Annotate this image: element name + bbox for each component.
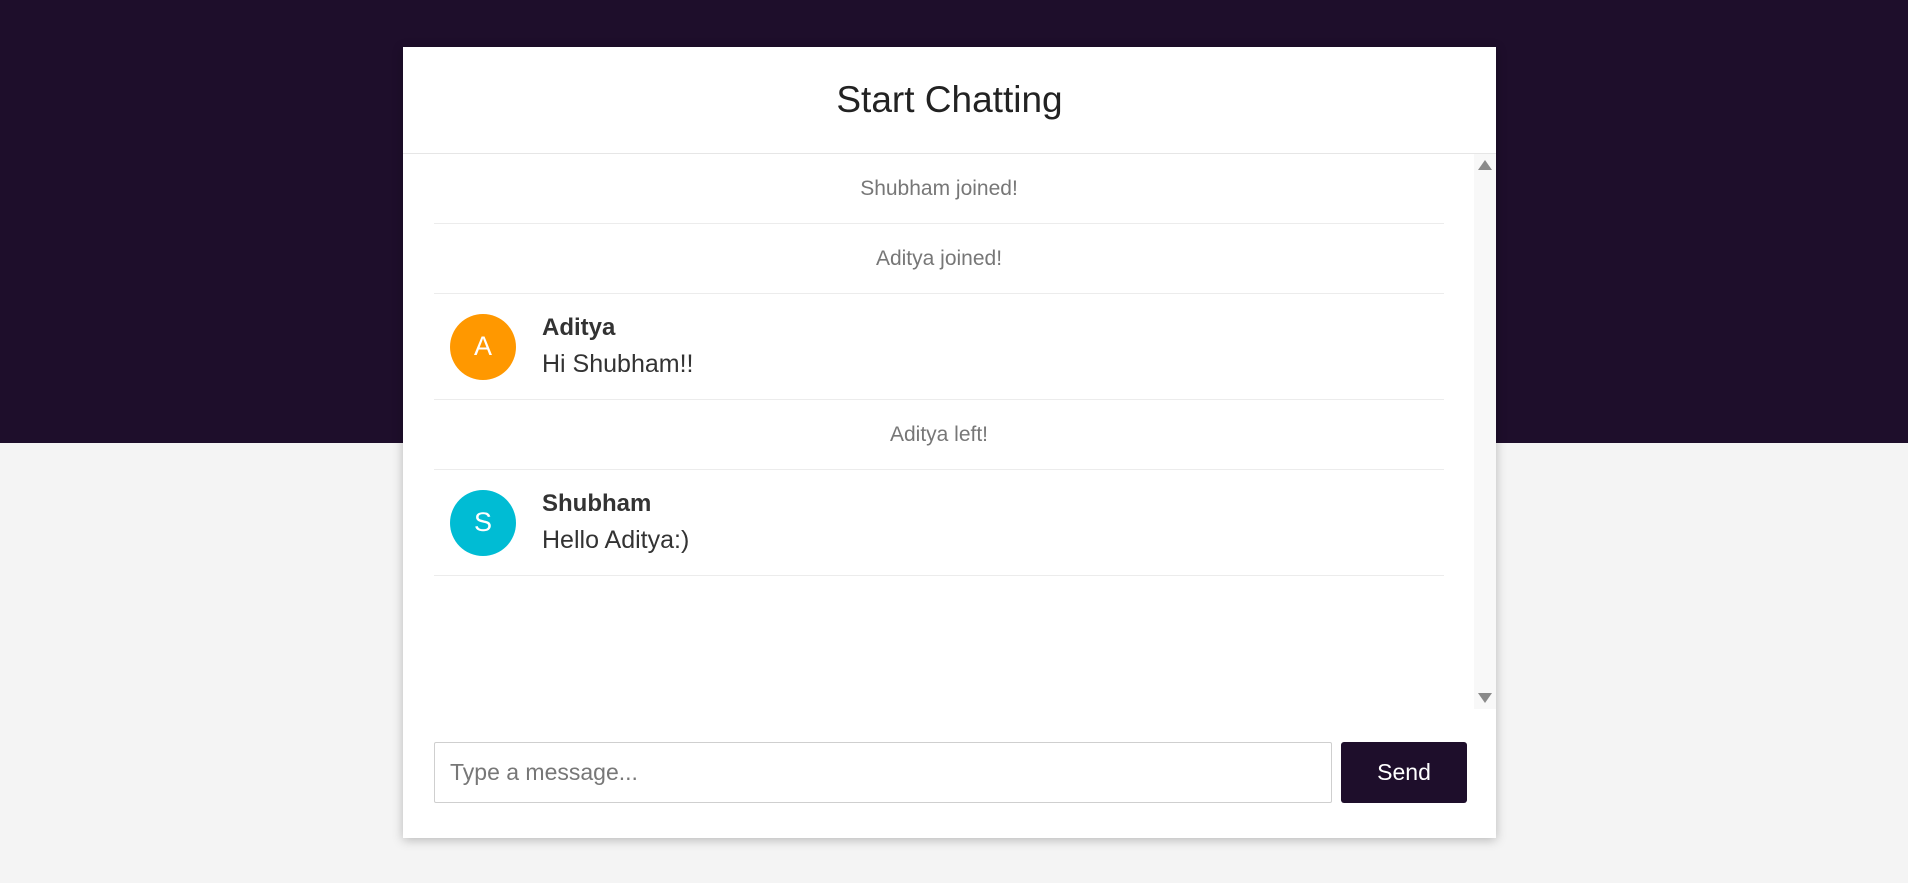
page: Start Chatting Shubham joined! Aditya jo…: [0, 0, 1908, 883]
message-composer: Send: [434, 742, 1467, 803]
avatar: A: [450, 313, 516, 380]
chat-message: S Shubham Hello Aditya:): [434, 470, 1444, 576]
message-body: Aditya Hi Shubham!!: [542, 314, 693, 379]
system-notice: Aditya joined!: [434, 224, 1444, 294]
chat-header: Start Chatting: [403, 47, 1496, 154]
message-input[interactable]: [434, 742, 1332, 803]
message-list: Shubham joined! Aditya joined! A Aditya …: [434, 154, 1444, 709]
message-author: Shubham: [542, 490, 652, 517]
notice-text: Shubham joined!: [860, 176, 1018, 200]
message-author: Aditya: [542, 314, 616, 341]
system-notice: Aditya left!: [434, 400, 1444, 470]
avatar-initial: A: [473, 331, 492, 361]
chat-window: Start Chatting Shubham joined! Aditya jo…: [403, 47, 1496, 838]
send-button[interactable]: Send: [1341, 742, 1467, 803]
chat-message: A Aditya Hi Shubham!!: [434, 294, 1444, 400]
scroll-down-icon[interactable]: [1478, 693, 1492, 703]
message-text: Hi Shubham!!: [542, 350, 694, 378]
message-text: Hello Aditya:): [542, 526, 690, 554]
notice-text: Aditya left!: [889, 422, 989, 446]
avatar: S: [450, 489, 516, 556]
message-body: Shubham Hello Aditya:): [542, 490, 689, 555]
notice-text: Aditya joined!: [875, 246, 1003, 270]
scrollbar[interactable]: [1474, 154, 1496, 709]
system-notice: Shubham joined!: [434, 154, 1444, 224]
scroll-up-icon[interactable]: [1478, 160, 1492, 170]
messages-area[interactable]: Shubham joined! Aditya joined! A Aditya …: [403, 154, 1496, 709]
page-title: Start Chatting: [836, 79, 1063, 120]
avatar-initial: S: [473, 507, 492, 537]
